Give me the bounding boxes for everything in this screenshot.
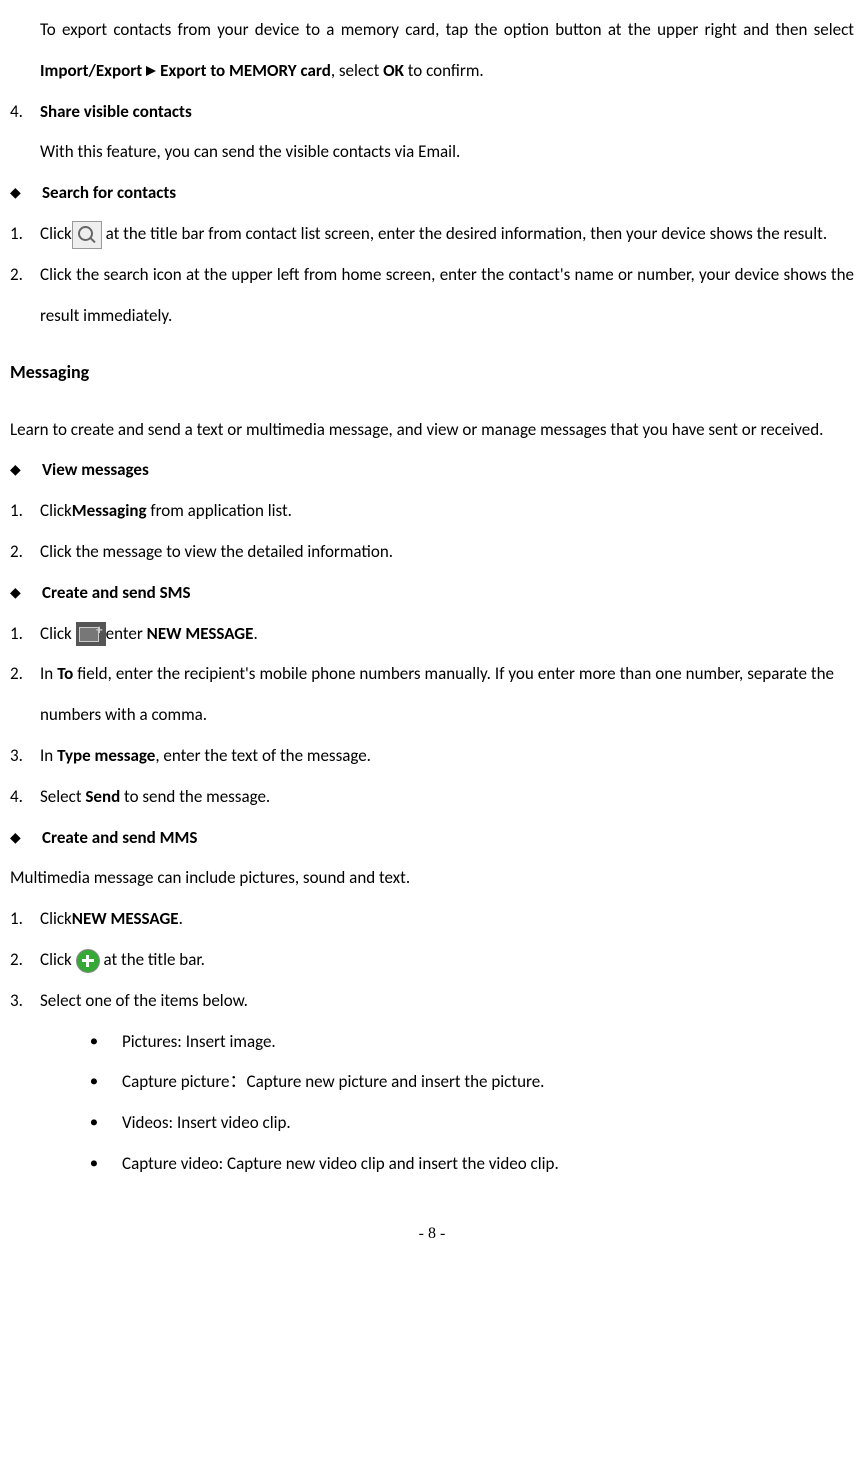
bullet-videos: ● Videos: Insert video clip.	[90, 1103, 854, 1144]
sms-step-2: 2. In To field, enter the recipient's mo…	[10, 654, 854, 736]
text: from application list.	[147, 500, 292, 521]
view-step-2: 2. Click the message to view the detaile…	[10, 532, 854, 573]
bold-text: Send	[85, 786, 120, 807]
item-number: 3.	[10, 736, 40, 777]
bold-text: NEW MESSAGE	[72, 908, 179, 929]
item-number: 1.	[10, 614, 40, 655]
text: .	[179, 908, 183, 929]
item-number: 2.	[10, 532, 40, 573]
arrow-icon	[146, 66, 156, 76]
text: Videos: Insert video clip.	[122, 1103, 854, 1144]
section-title: Create and send SMS	[42, 573, 854, 614]
bullet-capture-picture: ● Capture picture：Capture new picture an…	[90, 1062, 854, 1103]
item-number: 1.	[10, 491, 40, 532]
text: Click	[40, 500, 72, 521]
item-number: 4.	[10, 92, 40, 174]
text: In	[40, 745, 57, 766]
round-bullet: ●	[90, 1062, 122, 1103]
bold-text: Import/Export	[40, 60, 142, 81]
text: In	[40, 663, 57, 684]
mms-intro: Multimedia message can include pictures,…	[10, 858, 854, 899]
text: field, enter the recipient's mobile phon…	[40, 663, 834, 725]
round-bullet: ●	[90, 1103, 122, 1144]
diamond-bullet: ◆	[10, 450, 42, 491]
item-title: Share visible contacts	[40, 92, 854, 133]
text: to confirm.	[404, 60, 484, 81]
item-number: 1.	[10, 214, 40, 255]
text: Click the message to view the detailed i…	[40, 532, 854, 573]
view-step-1: 1. ClickMessaging from application list.	[10, 491, 854, 532]
item-number: 2.	[10, 255, 40, 337]
section-title: Search for contacts	[42, 173, 854, 214]
text: Select	[40, 786, 85, 807]
text: Select one of the items below.	[40, 981, 854, 1022]
compose-icon	[76, 622, 106, 646]
section-search-for-contacts: ◆ Search for contacts	[10, 173, 854, 214]
list-item-4: 4. Share visible contacts With this feat…	[10, 92, 854, 174]
item-number: 3.	[10, 981, 40, 1022]
search-step-2: 2. Click the search icon at the upper le…	[10, 255, 854, 337]
round-bullet: ●	[90, 1022, 122, 1063]
text: Capture picture	[122, 1071, 230, 1092]
bold-text: OK	[383, 60, 404, 81]
bold-text: Messaging	[72, 500, 147, 521]
diamond-bullet: ◆	[10, 818, 42, 859]
mms-step-2: 2. Click at the title bar.	[10, 940, 854, 981]
diamond-bullet: ◆	[10, 173, 42, 214]
text: enter	[106, 623, 147, 644]
item-number: 2.	[10, 940, 40, 981]
bullet-capture-video: ● Capture video: Capture new video clip …	[90, 1144, 854, 1185]
text: Click	[40, 223, 72, 244]
bold-text: To	[57, 663, 73, 684]
text: , enter the text of the message.	[155, 745, 371, 766]
section-create-sms: ◆ Create and send SMS	[10, 573, 854, 614]
document-page: To export contacts from your device to a…	[0, 10, 864, 1253]
search-icon	[72, 221, 102, 249]
bold-text: Type message	[57, 745, 155, 766]
item-text: With this feature, you can send the visi…	[40, 132, 854, 173]
text: Pictures: Insert image.	[122, 1022, 854, 1063]
plus-icon	[76, 949, 100, 973]
mms-step-1: 1. ClickNEW MESSAGE.	[10, 899, 854, 940]
section-title: Create and send MMS	[42, 818, 854, 859]
bullet-pictures: ● Pictures: Insert image.	[90, 1022, 854, 1063]
text: .	[253, 623, 257, 644]
text: at the title bar.	[100, 949, 205, 970]
section-create-mms: ◆ Create and send MMS	[10, 818, 854, 859]
text: at the title bar from contact list scree…	[102, 223, 827, 244]
text: Capture video: Capture new video clip an…	[122, 1144, 854, 1185]
search-step-1: 1. Click at the title bar from contact l…	[10, 214, 854, 255]
round-bullet: ●	[90, 1144, 122, 1185]
text: Capture new picture and insert the pictu…	[247, 1071, 545, 1092]
item-number: 1.	[10, 899, 40, 940]
mms-step-3: 3. Select one of the items below.	[10, 981, 854, 1022]
bold-text: Export to MEMORY card	[160, 60, 331, 81]
page-number: - 8 -	[10, 1215, 854, 1253]
export-paragraph: To export contacts from your device to a…	[40, 10, 854, 92]
sms-step-3: 3. In Type message, enter the text of th…	[10, 736, 854, 777]
text: To export contacts from your device to a…	[40, 19, 854, 40]
text: Click	[40, 949, 76, 970]
section-view-messages: ◆ View messages	[10, 450, 854, 491]
colon: ：	[230, 1072, 247, 1091]
text: Click	[40, 908, 72, 929]
item-number: 2.	[10, 654, 40, 736]
messaging-heading: Messaging	[10, 351, 854, 394]
text: Click the search icon at the upper left …	[40, 255, 854, 337]
sms-step-1: 1. Click enter NEW MESSAGE.	[10, 614, 854, 655]
text: to send the message.	[120, 786, 270, 807]
section-title: View messages	[42, 450, 854, 491]
text: , select	[331, 60, 383, 81]
item-number: 4.	[10, 777, 40, 818]
diamond-bullet: ◆	[10, 573, 42, 614]
bold-text: NEW MESSAGE	[147, 623, 254, 644]
text: Click	[40, 623, 76, 644]
sms-step-4: 4. Select Send to send the message.	[10, 777, 854, 818]
messaging-intro: Learn to create and send a text or multi…	[10, 410, 854, 451]
